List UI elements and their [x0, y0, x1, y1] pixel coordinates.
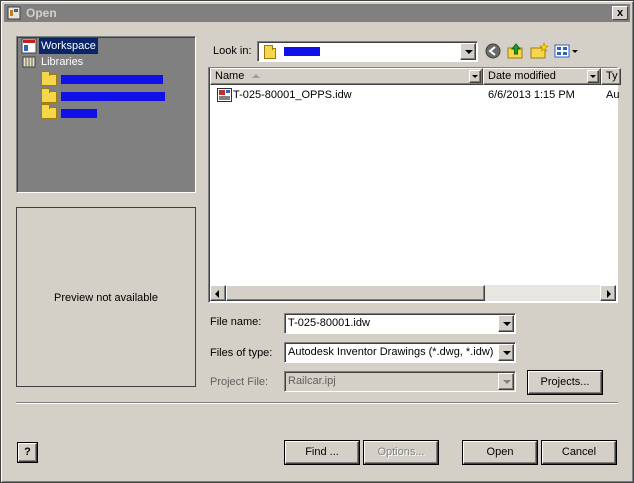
close-icon: x: [616, 7, 624, 19]
column-header-type[interactable]: Ty: [601, 68, 621, 85]
close-button[interactable]: x: [612, 6, 628, 20]
idw-file-icon: [217, 88, 232, 102]
file-name-input[interactable]: T-025-80001.idw: [284, 313, 516, 334]
open-dialog: Open x Workspace Libraries Preview not a…: [0, 0, 634, 483]
file-type-value: Autodesk Inventor Drawings (*.dwg, *.idw…: [288, 346, 494, 358]
preview-pane: Preview not available: [16, 207, 196, 387]
chevron-down-icon: [465, 50, 473, 54]
nav-item-label: Workspace: [39, 38, 98, 54]
chevron-down-icon: [472, 75, 478, 78]
folder-icon: [41, 104, 57, 119]
project-file-dropdown-button: [498, 373, 514, 390]
column-filter-button[interactable]: [587, 70, 599, 83]
app-icon: [7, 6, 21, 20]
chevron-down-icon: [503, 322, 511, 326]
redacted-label: [61, 92, 165, 101]
projects-button[interactable]: Projects...: [528, 371, 602, 394]
help-button[interactable]: ?: [18, 443, 37, 462]
chevron-down-icon: [590, 75, 596, 78]
look-in-dropdown-button[interactable]: [460, 43, 476, 60]
file-name-label: File name:: [210, 316, 262, 328]
project-file-value: Railcar.ipj: [288, 375, 336, 387]
open-button[interactable]: Open: [463, 441, 537, 464]
help-icon: ?: [24, 446, 31, 458]
file-type-label: Files of type:: [210, 347, 273, 359]
project-file-dropdown: Railcar.ipj: [284, 371, 516, 392]
project-file-label: Project File:: [210, 376, 269, 388]
file-list[interactable]: Name Date modified Ty T-025-80001_OPPS.i…: [208, 67, 621, 303]
chevron-down-icon: [503, 380, 511, 384]
sort-ascending-icon: [252, 74, 261, 78]
back-icon[interactable]: [483, 42, 503, 60]
folder-icon: [264, 45, 276, 59]
view-menu-icon[interactable]: [553, 42, 579, 60]
up-folder-icon[interactable]: [506, 42, 526, 60]
column-header-date[interactable]: Date modified: [483, 68, 601, 85]
look-in-dropdown[interactable]: [257, 41, 478, 62]
preview-text: Preview not available: [54, 292, 158, 304]
nav-item-workspace[interactable]: Workspace: [21, 38, 98, 54]
nav-item-library-2[interactable]: [41, 88, 191, 104]
workspace-icon: [21, 38, 37, 54]
divider: [16, 402, 618, 404]
cancel-button[interactable]: Cancel: [542, 441, 616, 464]
column-header-label: Date modified: [488, 70, 556, 82]
horizontal-scrollbar[interactable]: [210, 285, 616, 301]
libraries-icon: [22, 56, 36, 68]
column-header-name[interactable]: Name: [210, 68, 483, 85]
title-bar[interactable]: Open x: [4, 4, 630, 22]
file-name-dropdown-button[interactable]: [498, 315, 514, 332]
nav-item-libraries[interactable]: Libraries: [21, 54, 85, 70]
look-in-label: Look in:: [213, 45, 252, 57]
redacted-label: [61, 75, 163, 84]
scroll-thumb[interactable]: [226, 285, 485, 301]
redacted-label: [284, 47, 320, 56]
column-header-label: Ty: [606, 70, 618, 82]
file-type-dropdown[interactable]: Autodesk Inventor Drawings (*.dwg, *.idw…: [284, 342, 516, 363]
chevron-down-icon: [503, 351, 511, 355]
file-name-value: T-025-80001.idw: [288, 317, 370, 329]
arrow-right-icon: [607, 290, 611, 298]
nav-item-library-1[interactable]: [41, 71, 191, 87]
new-folder-icon[interactable]: [529, 42, 549, 60]
folder-icon: [41, 88, 57, 103]
window-title: Open: [26, 6, 57, 20]
file-type-cell: Au: [606, 89, 620, 101]
arrow-left-icon: [215, 290, 219, 298]
nav-item-library-3[interactable]: [41, 104, 191, 120]
file-name-cell: T-025-80001_OPPS.idw: [233, 89, 352, 101]
folder-icon: [41, 71, 57, 86]
column-filter-button[interactable]: [469, 70, 481, 83]
redacted-label: [61, 109, 97, 118]
location-panel: Workspace Libraries: [16, 36, 196, 193]
scroll-left-button[interactable]: [210, 285, 226, 301]
file-date-cell: 6/6/2013 1:15 PM: [488, 89, 575, 101]
find-button[interactable]: Find ...: [285, 441, 359, 464]
options-button: Options...: [364, 441, 438, 464]
file-type-dropdown-button[interactable]: [498, 344, 514, 361]
scroll-right-button[interactable]: [600, 285, 616, 301]
table-row[interactable]: T-025-80001_OPPS.idw 6/6/2013 1:15 PM Au: [211, 87, 619, 103]
nav-item-label: Libraries: [41, 56, 84, 68]
column-header-label: Name: [215, 70, 245, 82]
